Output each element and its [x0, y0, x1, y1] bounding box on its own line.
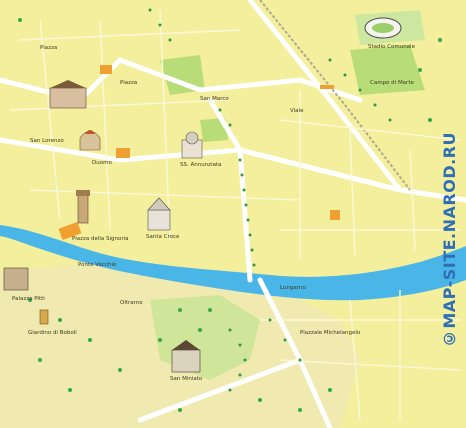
label-piazza-signoria: Piazza della Signoria	[72, 236, 129, 242]
palazzo-icon	[49, 80, 87, 109]
statue-icon	[39, 309, 49, 325]
colosseum-icon	[3, 267, 29, 291]
label-piazza-top: Piazza	[40, 45, 58, 51]
label-san-lorenzo: San Lorenzo	[30, 138, 64, 144]
city-map[interactable]: Piazza Piazza San Lorenzo Duomo Piazza d…	[0, 0, 466, 428]
label-piazza-stazione: Piazza	[120, 80, 138, 86]
label-san-marco: San Marco	[200, 96, 229, 102]
label-santa-croce: Santa Croce	[146, 234, 180, 240]
map-canvas	[0, 0, 466, 428]
label-viale-top: Viale	[290, 108, 304, 114]
label-oltrarno: Oltrarno	[120, 300, 143, 306]
duomo-icon	[79, 130, 101, 151]
tower-icon	[76, 190, 90, 224]
label-palazzo-pitti: Palazzo Pitti	[12, 296, 45, 302]
park-campo	[350, 45, 425, 95]
label-piazzale: Piazzale Michelangelo	[300, 330, 361, 336]
label-giardino: Giardino di Boboli	[28, 330, 77, 336]
label-ponte-vecchio: Ponte Vecchio	[78, 262, 117, 268]
label-duomo: Duomo	[92, 160, 112, 166]
watermark-text: ©MAP-SITE.NAROD.RU	[439, 131, 459, 349]
label-santissima: SS. Annunziata	[180, 162, 222, 168]
label-lungarno: Lungarno	[280, 285, 306, 291]
watermark: ©MAP-SITE.NAROD.RU	[436, 70, 462, 410]
santa-croce-icon	[147, 197, 171, 231]
label-campo-marte: Campo di Marte	[370, 80, 414, 86]
church-icon	[181, 131, 203, 159]
stadium-icon	[364, 17, 402, 39]
label-stadio: Stadio Comunale	[368, 44, 415, 50]
label-san-miniato: San Miniato	[170, 376, 203, 382]
